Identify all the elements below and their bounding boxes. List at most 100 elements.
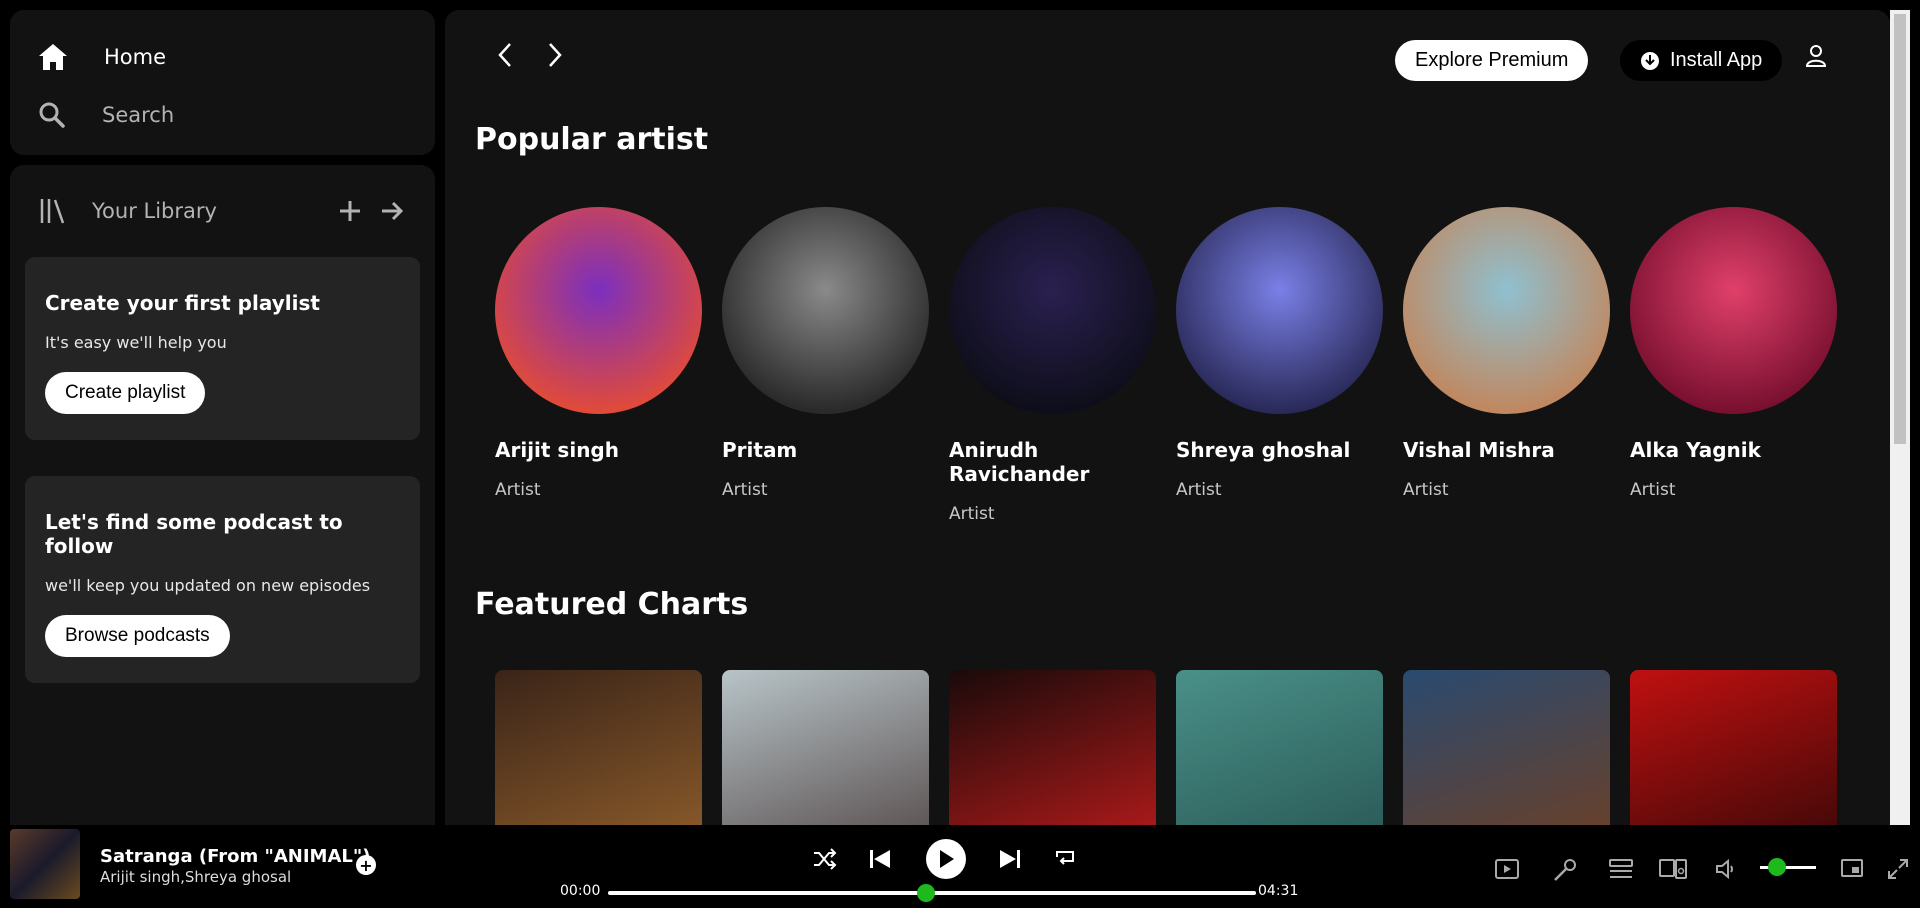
library-icon[interactable] [38, 197, 66, 225]
create-playlist-subtitle: It's easy we'll help you [45, 333, 227, 352]
back-button[interactable] [490, 40, 520, 70]
artist-card[interactable]: Alka Yagnik Artist [1630, 207, 1837, 524]
nav-box: Home Search [10, 10, 435, 155]
download-icon [1641, 51, 1659, 70]
install-app-button[interactable]: Install App [1620, 40, 1783, 81]
chart-list [495, 670, 1857, 825]
artist-avatar[interactable] [1176, 207, 1383, 414]
artist-name[interactable]: Arijit singh [495, 438, 685, 462]
featured-charts-heading: Featured Charts [475, 587, 749, 622]
artist-name[interactable]: Alka Yagnik [1630, 438, 1820, 462]
library-header: Your Library [10, 165, 435, 257]
player-bar: Satranga (From "ANIMAL") Arijit singh,Sh… [0, 825, 1920, 908]
queue-icon[interactable] [1608, 857, 1634, 881]
now-playing-cover[interactable] [10, 829, 80, 899]
nav-home[interactable]: Home [38, 28, 435, 86]
artist-avatar[interactable] [495, 207, 702, 414]
chevron-right-icon [549, 43, 562, 67]
play-icon [940, 850, 954, 868]
explore-premium-button[interactable]: Explore Premium [1395, 40, 1589, 81]
track-title[interactable]: Satranga (From "ANIMAL") [100, 846, 370, 867]
volume-slider[interactable] [1760, 858, 1816, 876]
progress-knob[interactable] [916, 884, 935, 902]
artist-card[interactable]: Shreya ghoshal Artist [1176, 207, 1383, 524]
skip-forward-icon [1000, 850, 1020, 868]
search-icon [39, 102, 65, 128]
volume-knob[interactable] [1767, 858, 1786, 876]
artist-role: Artist [722, 480, 768, 500]
chart-card[interactable] [1176, 670, 1383, 825]
home-icon [39, 44, 67, 70]
chart-card[interactable] [949, 670, 1156, 825]
plus-icon [340, 201, 360, 221]
shuffle-button[interactable] [812, 847, 838, 871]
artist-role: Artist [1630, 480, 1676, 500]
sidebar: Home Search [10, 10, 435, 155]
artist-avatar[interactable] [1403, 207, 1610, 414]
artist-card[interactable]: Pritam Artist [722, 207, 929, 524]
create-playlist-title: Create your first playlist [45, 291, 320, 315]
artist-list: Arijit singh Artist Pritam Artist Anirudh Ra… [495, 207, 1857, 524]
main-content: Explore Premium Install App Popular arti… [445, 10, 1890, 825]
artist-card[interactable]: Anirudh Ravichander Artist [949, 207, 1156, 524]
create-playlist-plus-button[interactable] [335, 196, 365, 226]
expand-library-button[interactable] [377, 196, 407, 226]
create-playlist-card: Create your first playlist It's easy we'… [25, 257, 420, 440]
user-icon[interactable] [1805, 44, 1827, 68]
artist-role: Artist [495, 480, 541, 500]
artist-name[interactable]: Vishal Mishra [1403, 438, 1593, 462]
miniplayer-icon[interactable] [1840, 857, 1864, 879]
artist-name[interactable]: Pritam [722, 438, 912, 462]
time-current: 00:00 [560, 883, 601, 899]
progress-bar[interactable] [608, 884, 1256, 902]
now-playing-view-icon[interactable] [1494, 857, 1520, 881]
artist-avatar[interactable] [949, 207, 1156, 414]
create-playlist-button[interactable]: Create playlist [45, 372, 206, 414]
chart-card[interactable] [495, 670, 702, 825]
repeat-icon [1056, 851, 1074, 865]
artist-name[interactable]: Anirudh Ravichander [949, 438, 1139, 486]
main-scrollbar[interactable] [1890, 10, 1910, 825]
connect-device-icon[interactable] [1658, 857, 1688, 881]
browse-podcasts-button[interactable]: Browse podcasts [45, 615, 230, 657]
nav-search[interactable]: Search [38, 86, 435, 144]
artist-avatar[interactable] [722, 207, 929, 414]
artist-avatar[interactable] [1630, 207, 1837, 414]
scrollbar-thumb[interactable] [1894, 14, 1906, 444]
library-label[interactable]: Your Library [92, 199, 323, 223]
skip-back-icon [870, 850, 890, 868]
track-artist[interactable]: Arijit singh,Shreya ghosal [100, 868, 291, 886]
repeat-button[interactable] [1053, 847, 1077, 871]
next-button[interactable] [998, 847, 1022, 871]
volume-icon[interactable] [1714, 857, 1736, 881]
artist-role: Artist [1176, 480, 1222, 500]
top-bar: Explore Premium Install App [445, 10, 1890, 100]
nav-home-label: Home [104, 45, 167, 69]
chart-card[interactable] [1403, 670, 1610, 825]
podcast-card-title: Let's find some podcast to follow [45, 510, 343, 558]
artist-role: Artist [949, 504, 995, 524]
arrow-right-icon [382, 201, 404, 221]
shuffle-icon [814, 848, 837, 870]
chart-card[interactable] [1630, 670, 1837, 825]
podcast-card: Let's find some podcast to follow we'll … [25, 476, 420, 683]
artist-card[interactable]: Arijit singh Artist [495, 207, 702, 524]
forward-button[interactable] [540, 40, 570, 70]
nav-search-label: Search [102, 103, 175, 127]
chart-card[interactable] [722, 670, 929, 825]
lyrics-icon[interactable] [1552, 857, 1578, 883]
add-to-library-button[interactable]: + [356, 855, 376, 875]
artist-role: Artist [1403, 480, 1449, 500]
library-panel: Your Library Create your first playlist … [10, 165, 435, 825]
plus-icon: + [359, 855, 373, 875]
time-total: 04:31 [1258, 883, 1299, 899]
popular-artist-heading: Popular artist [475, 122, 709, 157]
play-button[interactable] [926, 839, 966, 879]
chevron-left-icon [498, 43, 511, 67]
podcast-card-subtitle: we'll keep you updated on new episodes [45, 576, 371, 595]
artist-card[interactable]: Vishal Mishra Artist [1403, 207, 1610, 524]
previous-button[interactable] [868, 847, 892, 871]
artist-name[interactable]: Shreya ghoshal [1176, 438, 1366, 462]
fullscreen-icon[interactable] [1886, 857, 1910, 881]
install-app-label: Install App [1670, 49, 1763, 71]
